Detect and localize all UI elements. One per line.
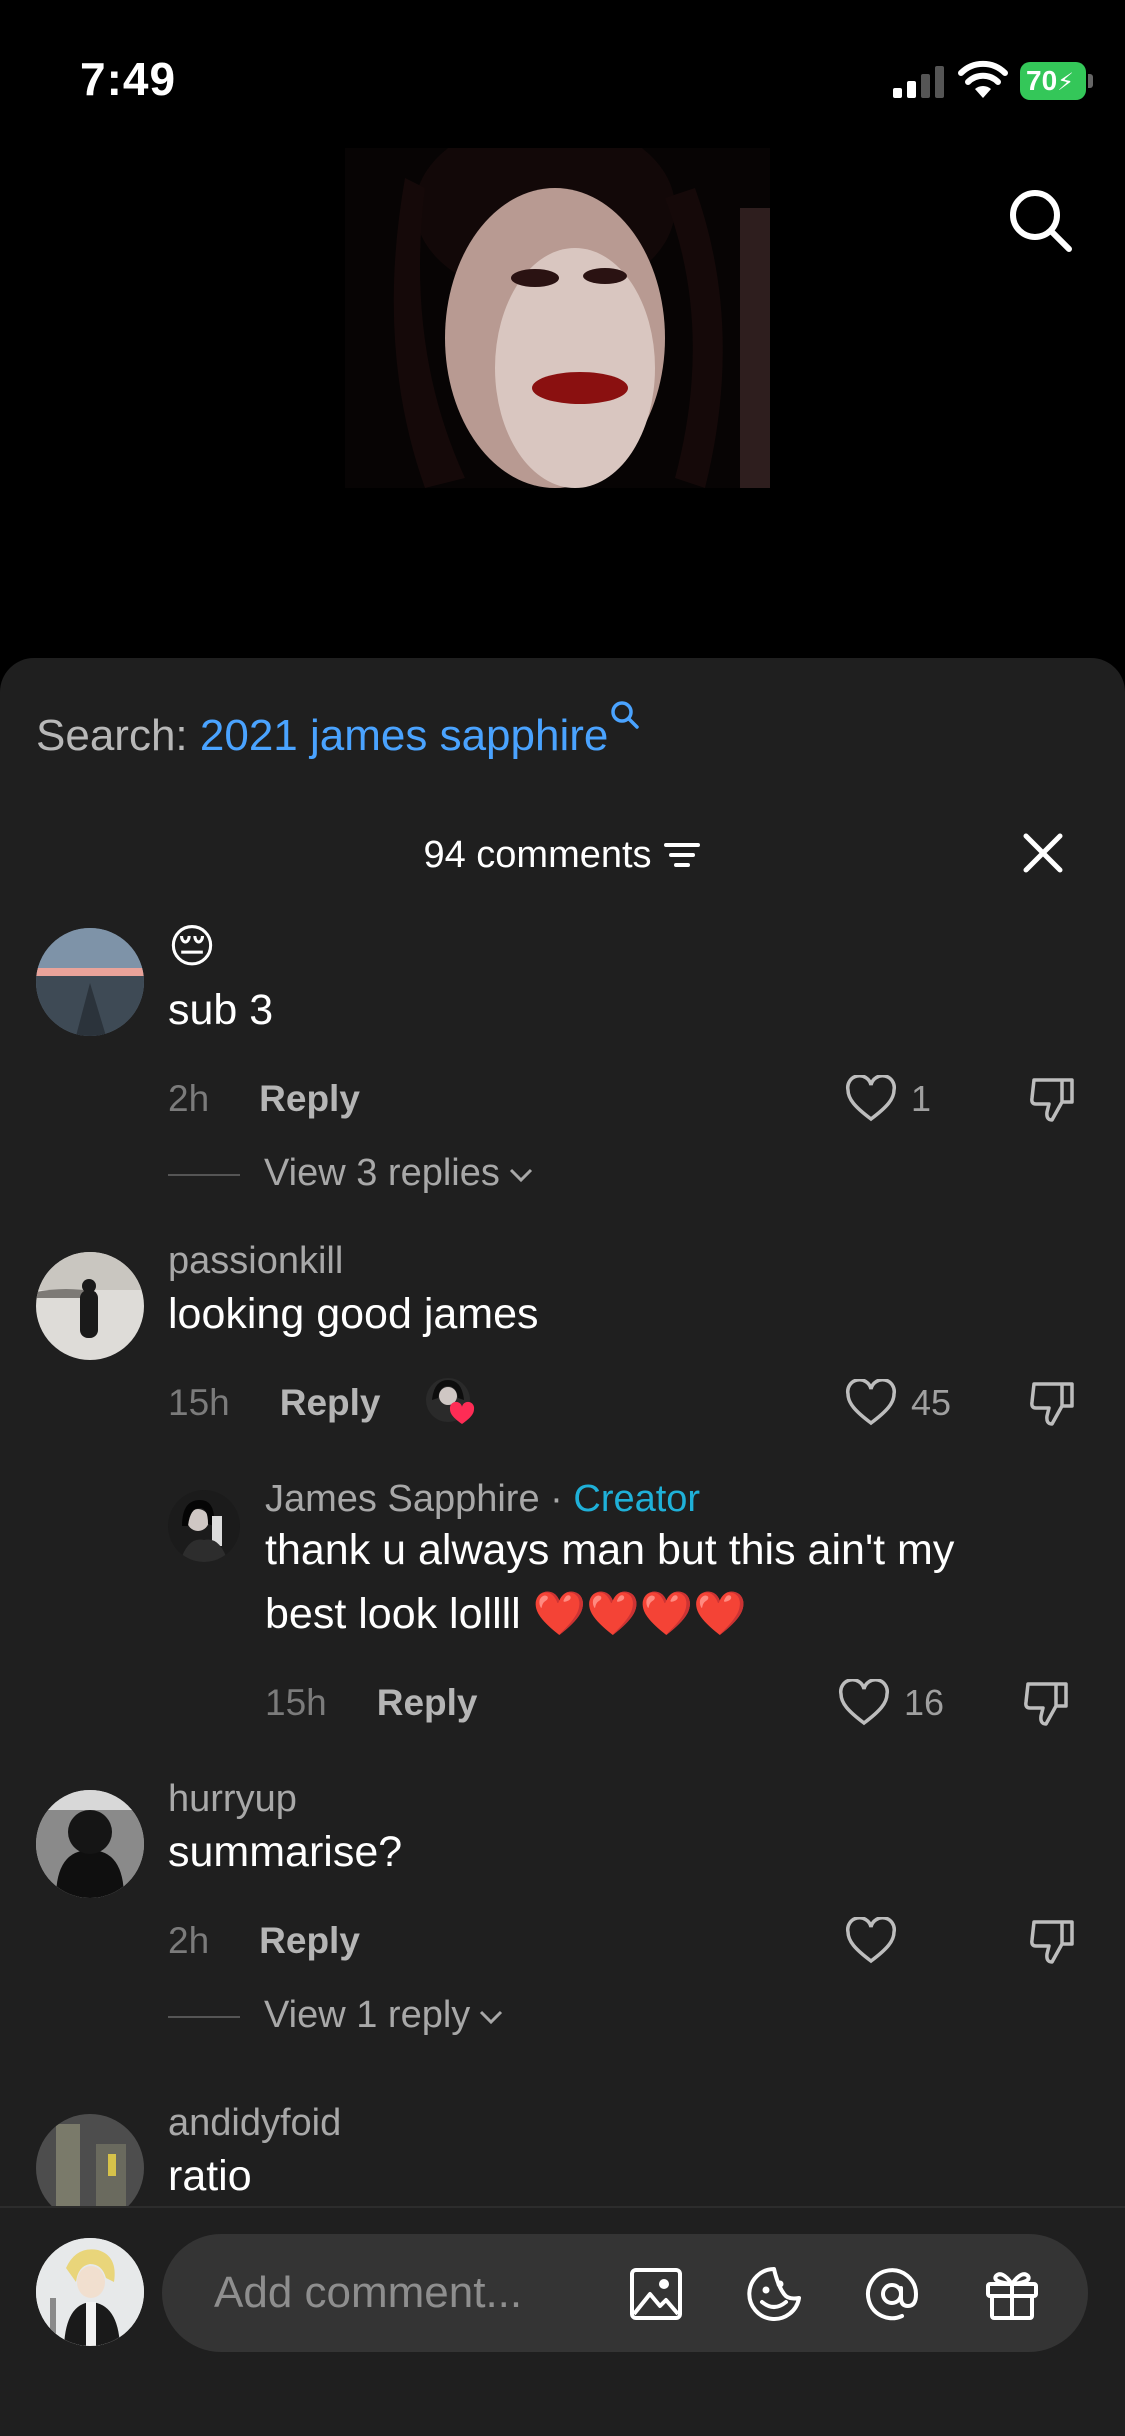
creator-liked-icon (426, 1378, 475, 1424)
comment-text-line2: best look lollll ❤️❤️❤️❤️ (265, 1590, 747, 1638)
like-count: 16 (904, 1682, 945, 1723)
view-replies-label: View 3 replies (264, 1152, 500, 1194)
heart-icon (845, 1075, 897, 1122)
chevron-down-icon (509, 1168, 532, 1183)
like-button[interactable]: 16 (838, 1678, 944, 1728)
reply-button[interactable]: Reply (280, 1382, 381, 1423)
comment-meta: 15h Reply (168, 1382, 381, 1424)
comment-text: sub 3 (168, 986, 274, 1034)
avatar[interactable] (36, 1790, 144, 1898)
comment-username[interactable]: James Sapphire (265, 1478, 540, 1520)
comment-input-placeholder: Add comment... (214, 2268, 523, 2317)
cellular-signal-icon (893, 66, 944, 98)
chevron-down-icon (480, 2010, 503, 2025)
creator-badge: Creator (573, 1478, 701, 1520)
close-icon[interactable] (1020, 830, 1066, 876)
search-icon (611, 701, 640, 729)
heart-icon (845, 1917, 897, 1964)
heart-icon (838, 1679, 890, 1726)
like-button[interactable]: 45 (845, 1378, 951, 1428)
comment-username[interactable]: andidyfoid (168, 2102, 341, 2145)
view-replies-label: View 1 reply (264, 1994, 471, 2036)
dislike-icon[interactable] (1028, 1074, 1078, 1124)
like-count: 1 (911, 1078, 932, 1119)
comment-time: 15h (168, 1382, 230, 1423)
battery-level: 70 (1026, 65, 1058, 96)
reply-button[interactable]: Reply (259, 1920, 360, 1961)
filter-icon[interactable] (662, 839, 702, 871)
avatar[interactable] (36, 1252, 144, 1360)
reply-button[interactable]: Reply (377, 1682, 478, 1723)
avatar[interactable] (36, 928, 144, 1036)
view-replies-button[interactable]: View 1 reply (168, 1994, 504, 2037)
gift-icon[interactable] (982, 2264, 1042, 2324)
comment-time: 2h (168, 1078, 210, 1119)
comment-text: summarise? (168, 1828, 403, 1876)
video-player[interactable] (345, 148, 770, 538)
like-button[interactable]: 1 (845, 1074, 931, 1124)
divider-line (168, 1173, 240, 1176)
comment-time: 2h (168, 1920, 210, 1961)
related-search-label: Search: (36, 711, 188, 760)
comment-text: ratio (168, 2152, 252, 2200)
comment-input[interactable]: Add comment... (162, 2234, 1088, 2352)
battery-tip (1088, 74, 1093, 88)
like-count: 45 (911, 1382, 952, 1423)
battery-indicator: 70⚡ (1020, 62, 1086, 100)
reply-button[interactable]: Reply (259, 1078, 360, 1119)
status-time: 7:49 (80, 53, 177, 105)
image-icon[interactable] (626, 2264, 686, 2324)
reply-username-line: James Sapphire · Creator (265, 1478, 700, 1521)
video-frame-image (345, 148, 770, 538)
comment-emoji: 😔 (168, 920, 216, 972)
comment-time: 15h (265, 1682, 327, 1723)
comment-meta: 2h Reply (168, 1078, 360, 1120)
divider-line (168, 2015, 240, 2018)
heart-icon (845, 1379, 897, 1426)
separator-dot: · (550, 1478, 563, 1520)
comments-sheet: Search: 2021 james sapphire 94 comments (0, 658, 1125, 2436)
search-icon[interactable] (1005, 185, 1075, 255)
my-avatar[interactable] (36, 2238, 144, 2346)
related-search[interactable]: Search: 2021 james sapphire (36, 700, 640, 761)
comment-count-label: 94 comments (423, 833, 652, 876)
view-replies-button[interactable]: View 3 replies (168, 1152, 534, 1195)
comment-text: looking good james (168, 1290, 539, 1338)
related-search-query[interactable]: 2021 james sapphire (200, 711, 608, 760)
at-icon[interactable] (862, 2264, 922, 2324)
comment-count[interactable]: 94 comments (0, 818, 1125, 890)
comment-text-line1: thank u always man but this ain't my (265, 1526, 955, 1574)
dislike-icon[interactable] (1028, 1916, 1078, 1966)
dislike-icon[interactable] (1028, 1378, 1078, 1428)
screen: 7:49 70⚡ Search: 2021 james sapphire 94 … (0, 0, 1125, 2436)
comment-meta: 2h Reply (168, 1920, 360, 1962)
comment-meta: 15h Reply (265, 1682, 478, 1724)
like-button[interactable] (845, 1916, 911, 1966)
comment-input-bar: Add comment... (0, 2206, 1125, 2436)
comment-username[interactable]: hurryup (168, 1778, 297, 1821)
dislike-icon[interactable] (1022, 1678, 1072, 1728)
wifi-icon (958, 60, 1008, 98)
comment-username[interactable]: passionkill (168, 1240, 343, 1283)
avatar[interactable] (168, 1490, 240, 1562)
sticker-icon[interactable] (744, 2264, 804, 2324)
comments-header: 94 comments (0, 818, 1125, 888)
